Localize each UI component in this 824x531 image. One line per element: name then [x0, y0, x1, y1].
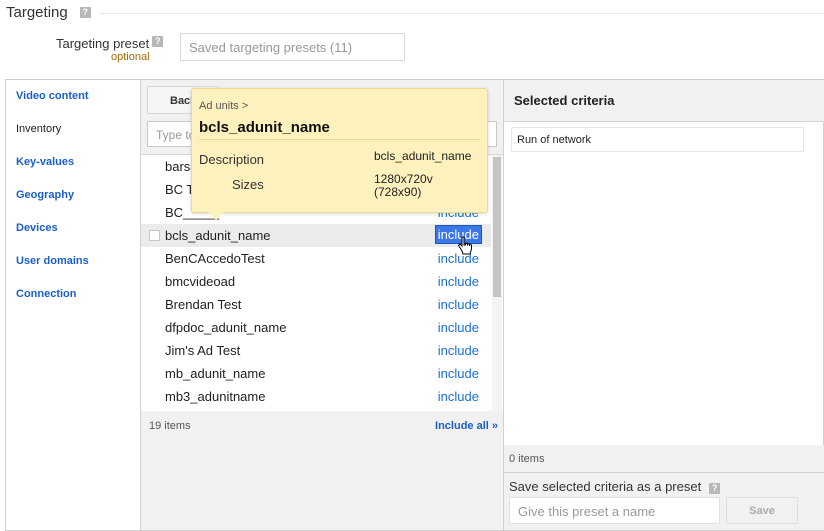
- tooltip-title: bcls_adunit_name: [199, 119, 330, 136]
- tooltip-arrow: [208, 212, 224, 220]
- divider: [100, 13, 824, 14]
- sizes-value: 1280x720v (728x90): [374, 172, 433, 199]
- help-icon[interactable]: ?: [79, 7, 91, 18]
- list-item[interactable]: BenCAccedoTest include: [141, 247, 491, 270]
- include-all-link[interactable]: Include all »: [435, 420, 498, 432]
- targeting-header: Targeting ?: [6, 4, 91, 21]
- list-footer: 19 items Include all »: [141, 412, 503, 440]
- include-link[interactable]: include: [435, 365, 482, 382]
- items-count: 19 items: [149, 420, 191, 432]
- selected-criteria-header: Selected criteria: [504, 80, 824, 122]
- item-name: mb3_adunitname: [165, 389, 266, 404]
- tooltip-breadcrumb: Ad units >: [199, 100, 249, 112]
- hand-cursor-icon: [457, 236, 472, 255]
- nav-item-geography[interactable]: Geography: [16, 189, 74, 201]
- list-item[interactable]: Brendan Test include: [141, 293, 491, 316]
- nav-item-video-content[interactable]: Video content: [16, 90, 89, 102]
- save-preset-label-text: Save selected criteria as a preset: [509, 479, 702, 494]
- scrollbar-thumb[interactable]: [493, 157, 501, 297]
- nav-item-key-values[interactable]: Key-values: [16, 156, 74, 168]
- ad-unit-tooltip: Ad units > bcls_adunit_name Description …: [191, 88, 488, 213]
- item-name: dfpdoc_adunit_name: [165, 320, 287, 335]
- section-title: Targeting: [6, 4, 68, 21]
- description-label: Description: [199, 152, 265, 167]
- include-link[interactable]: include: [435, 319, 482, 336]
- targeting-preset-select[interactable]: Saved targeting presets (11): [180, 33, 405, 61]
- checkbox[interactable]: [149, 230, 160, 241]
- item-name: bcls_adunit_name: [165, 228, 271, 243]
- include-link[interactable]: include: [435, 273, 482, 290]
- description-value: bcls_adunit_name: [374, 149, 472, 163]
- include-link[interactable]: include: [435, 296, 482, 313]
- selected-criteria-footer: 0 items Save selected criteria as a pres…: [504, 445, 824, 530]
- list-item[interactable]: mb3_adunitname include: [141, 385, 491, 408]
- criteria-item: Run of network: [511, 127, 804, 152]
- divider: [199, 139, 480, 140]
- preset-name-input[interactable]: Give this preset a name: [509, 497, 720, 524]
- nav-item-devices[interactable]: Devices: [16, 222, 58, 234]
- criteria-nav: Video content Inventory Key-values Geogr…: [6, 80, 141, 530]
- help-icon[interactable]: ?: [152, 36, 164, 47]
- item-name: Jim's Ad Test: [165, 343, 241, 358]
- item-name: mb_adunit_name: [165, 366, 266, 381]
- nav-item-inventory[interactable]: Inventory: [16, 123, 61, 135]
- save-button[interactable]: Save: [726, 497, 798, 524]
- item-name: BenCAccedoTest: [165, 251, 265, 266]
- list-item[interactable]: bmcvideoad include: [141, 270, 491, 293]
- list-item-hovered[interactable]: bcls_adunit_name include: [141, 224, 491, 247]
- save-preset-label: Save selected criteria as a preset?: [509, 479, 721, 494]
- selected-criteria-panel: Selected criteria Run of network 0 items…: [503, 80, 824, 530]
- include-link[interactable]: include: [435, 388, 482, 405]
- include-link[interactable]: include: [435, 342, 482, 359]
- nav-item-user-domains[interactable]: User domains: [16, 255, 89, 267]
- optional-label: optional: [111, 51, 150, 63]
- sizes-label: Sizes: [232, 177, 264, 192]
- nav-item-connection[interactable]: Connection: [16, 288, 77, 300]
- list-item[interactable]: mb_adunit_name include: [141, 362, 491, 385]
- help-icon[interactable]: ?: [709, 483, 721, 494]
- preset-label-text: Targeting preset: [56, 36, 150, 51]
- selected-criteria-title: Selected criteria: [514, 93, 615, 108]
- preset-label: Targeting preset?: [56, 36, 164, 51]
- list-item[interactable]: dfpdoc_adunit_name include: [141, 316, 491, 339]
- divider: [504, 472, 824, 473]
- item-name: Brendan Test: [165, 297, 242, 312]
- selected-items-count: 0 items: [509, 453, 545, 465]
- list-item[interactable]: Jim's Ad Test include: [141, 339, 491, 362]
- item-name: bmcvideoad: [165, 274, 236, 289]
